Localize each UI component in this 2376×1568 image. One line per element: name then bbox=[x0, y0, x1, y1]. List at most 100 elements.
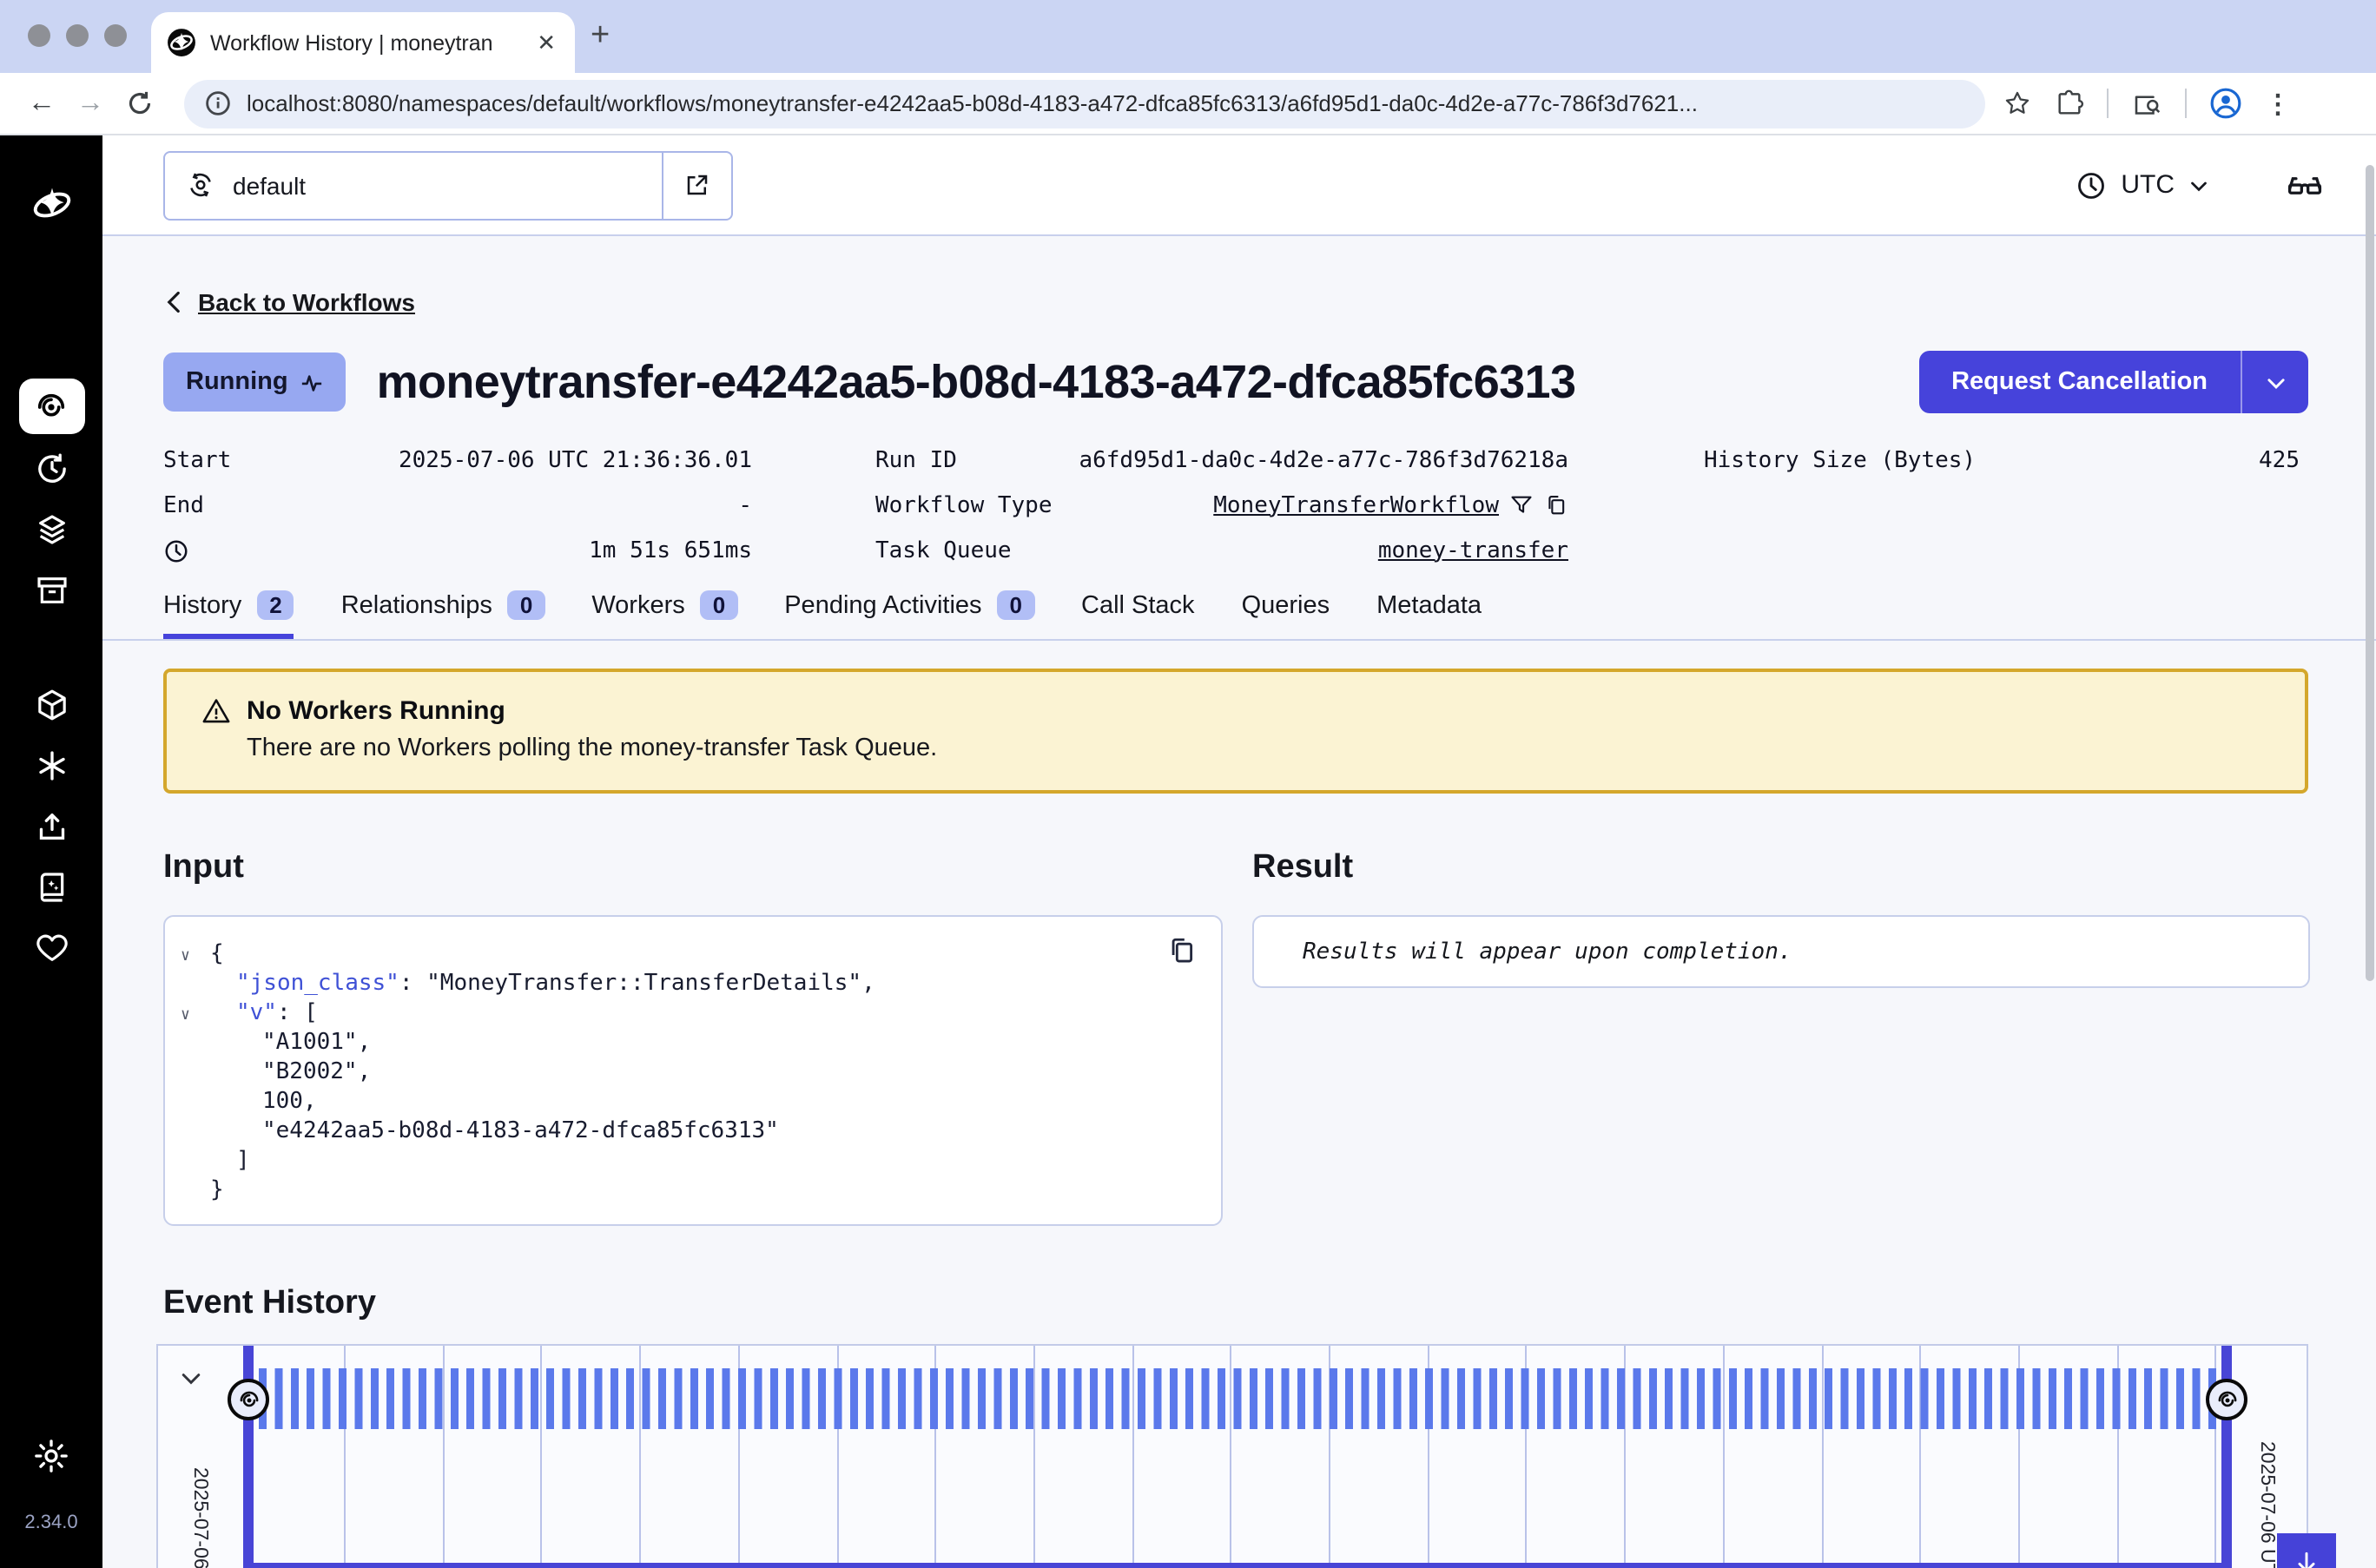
tab-label: Workers bbox=[591, 591, 684, 619]
back-icon[interactable]: ← bbox=[17, 88, 66, 119]
json-line: ∨"v": [ bbox=[165, 998, 1197, 1028]
json-line: ] bbox=[165, 1146, 1197, 1176]
sidebar-item-docs[interactable] bbox=[34, 870, 69, 905]
tab-metadata[interactable]: Metadata bbox=[1376, 592, 1482, 639]
chevron-down-icon bbox=[2188, 175, 2209, 195]
side-panel-search-icon[interactable] bbox=[2131, 88, 2162, 119]
forward-icon[interactable]: → bbox=[66, 88, 115, 119]
status-badge[interactable]: Running bbox=[163, 352, 346, 412]
tab-label: Call Stack bbox=[1081, 592, 1195, 620]
json-line: "A1001", bbox=[165, 1028, 1197, 1057]
tab-call-stack[interactable]: Call Stack bbox=[1081, 592, 1195, 639]
filter-icon[interactable] bbox=[1509, 493, 1534, 517]
profile-avatar-icon[interactable] bbox=[2209, 87, 2242, 120]
start-value: 2025-07-06 UTC 21:36:36.01 bbox=[399, 447, 752, 473]
sidebar-item-workflows[interactable] bbox=[18, 379, 84, 434]
address-bar[interactable]: localhost:8080/namespaces/default/workfl… bbox=[184, 79, 1985, 128]
page-info-icon[interactable] bbox=[205, 90, 231, 116]
workflow-details: Start2025-07-06 UTC 21:36:36.01 End- 1m … bbox=[102, 438, 2376, 570]
back-to-workflows-link[interactable]: Back to Workflows bbox=[198, 288, 415, 316]
history-size-label: History Size (Bytes) bbox=[1704, 447, 1976, 473]
sidebar-item-deployments[interactable] bbox=[34, 512, 69, 547]
cancel-menu-caret[interactable] bbox=[2241, 351, 2308, 413]
sidebar-item-namespaces[interactable] bbox=[34, 688, 69, 722]
close-window-button[interactable] bbox=[28, 24, 50, 47]
heartbeat-icon bbox=[300, 372, 323, 392]
status-label: Running bbox=[186, 368, 288, 396]
duration-value: 1m 51s 651ms bbox=[589, 537, 752, 563]
namespace-label: default bbox=[233, 171, 306, 199]
tab-close-icon[interactable]: ✕ bbox=[533, 29, 559, 56]
tab-relationships[interactable]: Relationships0 bbox=[341, 590, 545, 639]
window-controls[interactable] bbox=[28, 24, 127, 47]
timeline-end-timestamp: 2025-07-06 UTC 2 bbox=[2256, 1441, 2277, 1568]
timezone-label: UTC bbox=[2121, 170, 2175, 200]
page-scrollbar[interactable] bbox=[2366, 165, 2374, 981]
new-tab-button[interactable]: + bbox=[591, 17, 610, 56]
theme-toggle-icon[interactable] bbox=[33, 1438, 69, 1474]
tab-workers[interactable]: Workers 0 bbox=[591, 590, 737, 639]
browser-tab[interactable]: Workflow History | moneytran ✕ bbox=[151, 12, 575, 73]
timeline-start-timestamp: 2025-07-06 UTC 2 bbox=[189, 1467, 210, 1568]
event-history-chart[interactable]: 2025-07-06 UTC 2 2025-07-06 UTC 2 5s11s1… bbox=[156, 1344, 2308, 1568]
ui-version: 2.34.0 bbox=[24, 1512, 77, 1533]
namespace-open-button[interactable] bbox=[663, 150, 733, 220]
sidebar-item-nexus[interactable] bbox=[34, 748, 69, 783]
temporal-logo-icon[interactable] bbox=[29, 182, 74, 227]
warning-message: There are no Workers polling the money-t… bbox=[247, 735, 2270, 762]
labs-glasses-icon[interactable] bbox=[2286, 166, 2324, 204]
tab-label: Relationships bbox=[341, 591, 492, 619]
json-line: "json_class": "MoneyTransfer::TransferDe… bbox=[165, 969, 1197, 998]
running-band bbox=[259, 1368, 2221, 1429]
namespace-topbar: default UTC bbox=[102, 135, 2376, 236]
json-line: ∨{ bbox=[165, 939, 1197, 969]
minimize-window-button[interactable] bbox=[66, 24, 89, 47]
sidebar-item-schedules[interactable] bbox=[34, 451, 69, 486]
toolbar-divider bbox=[2185, 89, 2187, 118]
tab-count-badge: 2 bbox=[257, 590, 294, 620]
request-cancellation-button[interactable]: Request Cancellation bbox=[1918, 351, 2308, 413]
maximize-window-button[interactable] bbox=[104, 24, 127, 47]
tab-count-badge: 0 bbox=[998, 590, 1034, 620]
tab-count-badge: 0 bbox=[701, 590, 737, 620]
latest-event-icon[interactable] bbox=[2206, 1379, 2247, 1420]
reload-icon[interactable] bbox=[115, 90, 163, 116]
tab-label: Queries bbox=[1242, 592, 1330, 620]
collapse-caret-icon[interactable]: ∨ bbox=[181, 1002, 190, 1031]
scroll-to-bottom-button[interactable] bbox=[2277, 1533, 2336, 1568]
workflow-tabs: History2Relationships0Workers0Pending Ac… bbox=[102, 590, 2376, 641]
sidebar-item-feedback[interactable] bbox=[34, 931, 69, 965]
tab-label: History bbox=[163, 591, 241, 619]
workflow-type-label: Workflow Type bbox=[875, 492, 1053, 518]
task-queue-link[interactable]: money-transfer bbox=[1378, 537, 1568, 563]
collapse-caret-icon[interactable]: ∨ bbox=[181, 943, 190, 972]
end-label: End bbox=[163, 492, 204, 518]
sidebar-item-import[interactable] bbox=[34, 809, 69, 844]
json-line: } bbox=[165, 1176, 1197, 1205]
event-history-heading: Event History bbox=[163, 1285, 2376, 1323]
result-heading: Result bbox=[1252, 849, 2310, 887]
request-cancellation-label: Request Cancellation bbox=[1918, 351, 2241, 413]
collapse-caret-icon[interactable] bbox=[179, 1367, 203, 1391]
tab-queries[interactable]: Queries bbox=[1242, 592, 1330, 639]
workflow-start-event-icon[interactable] bbox=[228, 1379, 269, 1420]
tab-history[interactable]: History 2 bbox=[163, 590, 294, 639]
extensions-icon[interactable] bbox=[2055, 89, 2084, 118]
url-text[interactable]: localhost:8080/namespaces/default/workfl… bbox=[247, 90, 1698, 116]
json-line: "B2002", bbox=[165, 1057, 1197, 1087]
run-id-label: Run ID bbox=[875, 447, 957, 473]
sidebar-item-archive[interactable] bbox=[34, 573, 69, 608]
namespace-select[interactable]: default bbox=[163, 150, 663, 220]
copy-icon[interactable] bbox=[1544, 493, 1568, 517]
bookmark-star-icon[interactable] bbox=[2003, 89, 2032, 118]
tab-label: Metadata bbox=[1376, 592, 1482, 620]
toolbar-actions: ⋮ bbox=[2003, 87, 2291, 120]
tab-pending-activities[interactable]: Pending Activities0 bbox=[784, 590, 1034, 639]
workflow-type-link[interactable]: MoneyTransferWorkflow bbox=[1213, 492, 1499, 518]
timezone-select[interactable]: UTC bbox=[2076, 169, 2209, 201]
duration-clock-icon bbox=[163, 537, 189, 563]
timeline-axis-bar bbox=[243, 1563, 2232, 1568]
browser-menu-icon[interactable]: ⋮ bbox=[2265, 88, 2291, 119]
app-sidebar: 2.34.0 bbox=[0, 135, 102, 1568]
copy-input-icon[interactable] bbox=[1167, 936, 1197, 965]
